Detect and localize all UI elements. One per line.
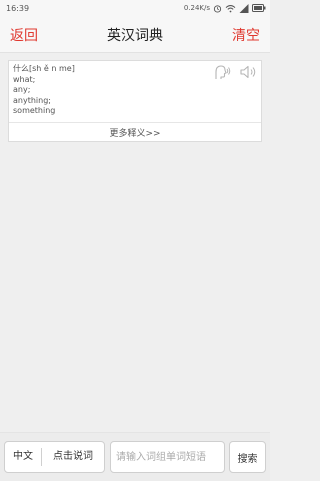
clear-button[interactable]: 清空 — [232, 25, 260, 45]
translation-line: something — [13, 106, 56, 115]
status-bar: 16:39 0.24K/s — [0, 0, 270, 16]
language-toggle-button[interactable]: 中文 — [5, 442, 41, 472]
search-input[interactable] — [110, 441, 225, 473]
speak-person-icon[interactable] — [213, 64, 231, 80]
translation-headword: 什么[sh ě n me] — [13, 64, 75, 73]
translation-line: any; — [13, 85, 31, 94]
status-time: 16:39 — [6, 4, 30, 13]
bottom-bar: 中文 点击说词 搜索 — [0, 432, 270, 481]
result-card: 什么[sh ě n me] what; any; anything; somet… — [8, 60, 262, 142]
wifi-icon — [225, 4, 236, 12]
speaker-icon[interactable] — [240, 65, 258, 79]
status-icons: 0.24K/s — [184, 3, 266, 13]
card-divider — [9, 122, 261, 123]
translation-line: anything; — [13, 95, 51, 105]
page-title: 英汉词典 — [107, 28, 163, 44]
search-button[interactable]: 搜索 — [229, 441, 266, 473]
signal-icon — [239, 3, 249, 13]
translation-text[interactable]: 什么[sh ě n me] what; any; anything; somet… — [13, 64, 75, 117]
network-speed: 0.24K/s — [183, 4, 210, 12]
voice-input-button[interactable]: 点击说词 — [42, 442, 104, 472]
alarm-icon — [213, 4, 222, 13]
battery-icon — [252, 4, 266, 12]
language-voice-group: 中文 点击说词 — [4, 441, 105, 473]
more-definitions-link[interactable]: 更多释义>> — [9, 126, 261, 139]
translation-line: what; — [13, 74, 36, 84]
header: 返回 英汉词典 清空 — [0, 16, 270, 53]
